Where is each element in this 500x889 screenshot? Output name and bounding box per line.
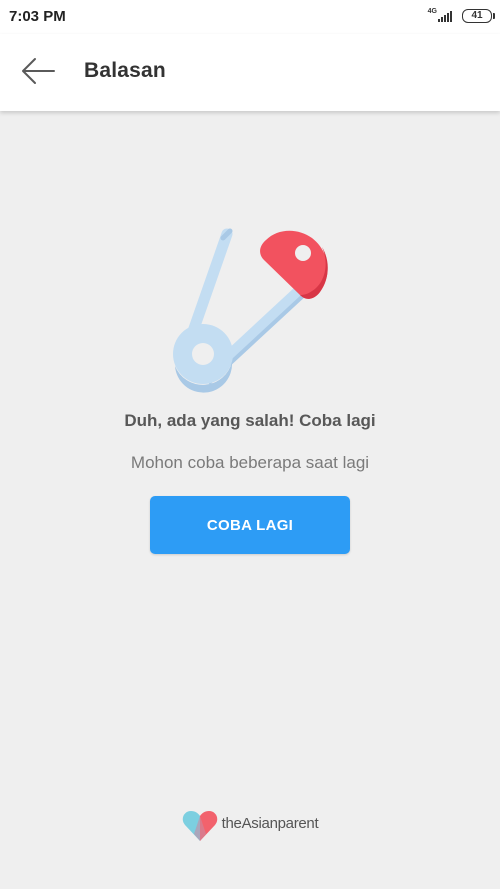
heart-logo-icon bbox=[182, 811, 217, 841]
battery-icon: 41 bbox=[462, 9, 495, 23]
brand-footer: theAsianparent bbox=[0, 810, 500, 842]
retry-button[interactable]: COBA LAGI bbox=[150, 496, 350, 554]
status-time: 7:03 PM bbox=[9, 8, 66, 25]
safety-pin-icon bbox=[173, 228, 328, 393]
arrow-left-icon[interactable] bbox=[20, 56, 56, 86]
error-title: Duh, ada yang salah! Coba lagi bbox=[124, 411, 376, 430]
network-type: 4G bbox=[427, 7, 437, 15]
signal-icon bbox=[438, 10, 453, 22]
page-title: Balasan bbox=[84, 59, 166, 82]
error-subtitle: Mohon coba beberapa saat lagi bbox=[130, 453, 370, 472]
status-icons: 4G 41 bbox=[427, 7, 495, 25]
app-bar: Balasan bbox=[0, 34, 500, 111]
brand-name: theAsianparent bbox=[221, 814, 319, 832]
status-bar: 7:03 PM 4G 41 bbox=[0, 0, 500, 34]
